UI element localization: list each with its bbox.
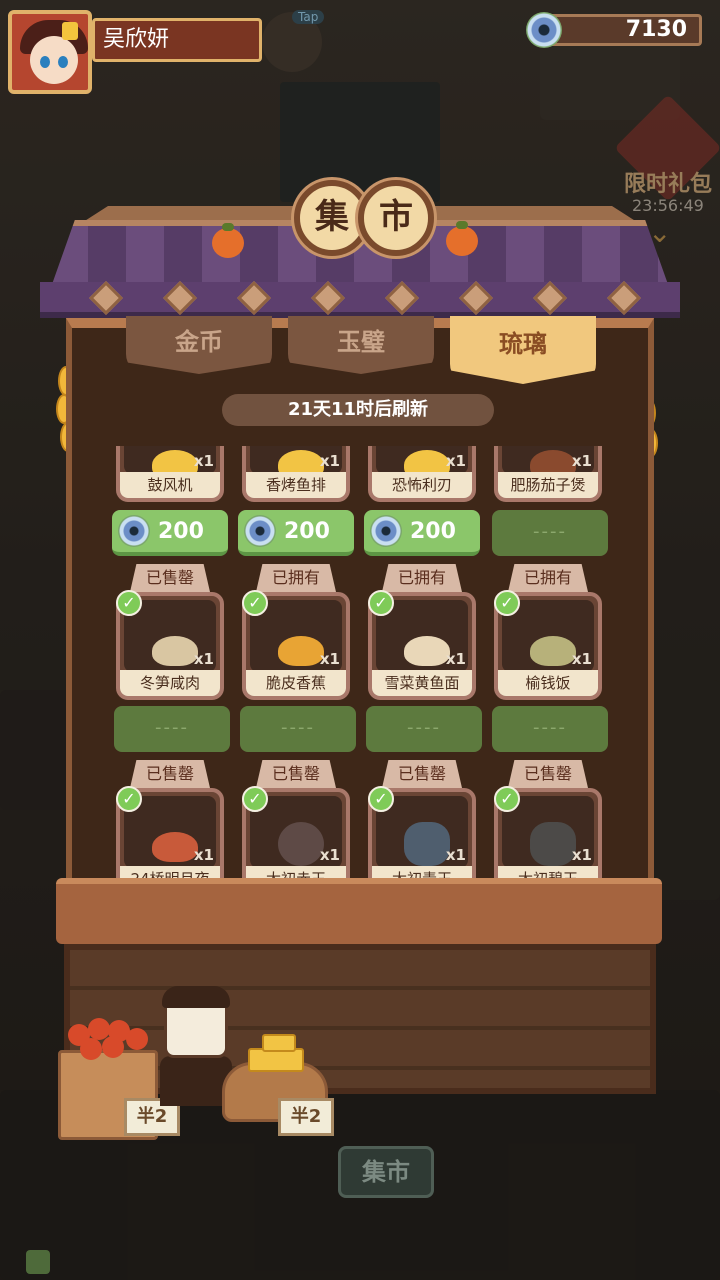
- green-jade-icon: [530, 822, 576, 866]
- player-profile[interactable]: 吴欣妍: [8, 10, 262, 94]
- stall-counter: [56, 878, 662, 944]
- status-tag: 已售罄: [256, 760, 336, 788]
- owned-check-icon: ✓: [116, 590, 142, 616]
- item-qty: x1: [445, 650, 466, 668]
- status-tag: 已售罄: [130, 564, 210, 592]
- shop-item[interactable]: ✓ x1 榆钱饭: [494, 590, 602, 700]
- shop-item[interactable]: ✓ x1 脆皮香蕉: [242, 590, 350, 700]
- item-qty: x1: [571, 452, 592, 470]
- persimmon-icon: [446, 221, 478, 256]
- corner-indicator: [26, 1250, 50, 1274]
- shop-item[interactable]: ✓ x1 冬笋咸肉: [116, 590, 224, 700]
- status-tag: 已售罄: [130, 760, 210, 788]
- sold-out-button: ----: [240, 706, 356, 752]
- jade-disc-icon: [244, 515, 276, 547]
- tab-glass[interactable]: 琉璃: [450, 316, 596, 384]
- chevron-down-icon[interactable]: ⌄: [648, 216, 688, 249]
- owned-check-icon: ✓: [242, 590, 268, 616]
- gift-timer: 23:56:49: [632, 196, 704, 215]
- market-nav-button[interactable]: 集市: [338, 1146, 434, 1198]
- price-value: 200: [284, 519, 330, 544]
- tab-gold-coin[interactable]: 金币: [126, 316, 272, 374]
- status-tag: 已售罄: [508, 760, 588, 788]
- item-qty: x1: [571, 846, 592, 864]
- jade-disc-icon: [526, 12, 562, 48]
- sold-out-button: ----: [114, 706, 230, 752]
- owned-check-icon: ✓: [368, 590, 394, 616]
- item-qty: x1: [193, 452, 214, 470]
- item-food-icon: [152, 832, 198, 862]
- stall-title-char: 市: [358, 180, 434, 256]
- shop-item[interactable]: x1 恐怖利刃: [368, 446, 476, 502]
- price-value: 200: [410, 519, 456, 544]
- owned-check-icon: ✓: [494, 590, 520, 616]
- item-qty: x1: [445, 846, 466, 864]
- item-name: 鼓风机: [120, 472, 220, 498]
- tap-hint-label: Tap: [292, 10, 325, 24]
- item-qty: x1: [319, 846, 340, 864]
- buy-button[interactable]: 200: [364, 510, 480, 556]
- persimmon-icon: [212, 223, 244, 258]
- blue-jade-icon: [404, 822, 450, 866]
- item-food-icon: [530, 636, 576, 666]
- item-food-icon: [152, 636, 198, 666]
- jade-disc-icon: [370, 515, 402, 547]
- avatar[interactable]: [8, 10, 92, 94]
- roof-edge: [40, 282, 680, 318]
- price-value: 200: [158, 519, 204, 544]
- item-name: 脆皮香蕉: [246, 670, 346, 696]
- owned-check-icon: ✓: [494, 786, 520, 812]
- owned-check-icon: ✓: [116, 786, 142, 812]
- item-name: 肥肠茄子煲: [498, 472, 598, 498]
- sold-out-button: ----: [492, 706, 608, 752]
- currency-tabs: 金币 玉璧 琉璃: [126, 316, 596, 384]
- shop-item[interactable]: x1 香烤鱼排: [242, 446, 350, 502]
- item-name: 雪菜黄鱼面: [372, 670, 472, 696]
- item-food-icon: [278, 636, 324, 666]
- refresh-timer: 21天11时后刷新: [222, 394, 494, 426]
- item-qty: x1: [193, 846, 214, 864]
- jade-disc-icon: [118, 515, 150, 547]
- item-qty: x1: [193, 650, 214, 668]
- item-name: 榆钱饭: [498, 670, 598, 696]
- buy-button[interactable]: 200: [112, 510, 228, 556]
- currency-display: 7130: [526, 10, 702, 50]
- item-name: 冬笋咸肉: [120, 670, 220, 696]
- status-tag: 已拥有: [382, 564, 462, 592]
- shop-item[interactable]: ✓ x1 太初青玉: [368, 786, 476, 882]
- shop-item[interactable]: ✓ x1 雪菜黄鱼面: [368, 590, 476, 700]
- item-qty: x1: [319, 650, 340, 668]
- item-qty: x1: [571, 650, 592, 668]
- tab-jade-disc[interactable]: 玉璧: [288, 316, 434, 374]
- owned-check-icon: ✓: [242, 786, 268, 812]
- shop-item[interactable]: ✓ x1 太初碧玉: [494, 786, 602, 882]
- shop-item[interactable]: ✓ x1 24桥明月夜: [116, 786, 224, 882]
- item-name: 恐怖利刃: [372, 472, 472, 498]
- owned-check-icon: ✓: [368, 786, 394, 812]
- shop-item[interactable]: x1 肥肠茄子煲: [494, 446, 602, 502]
- price-sign: 半2: [278, 1098, 334, 1136]
- red-jade-icon: [278, 822, 324, 866]
- item-name: 香烤鱼排: [246, 472, 346, 498]
- sold-out-button: ----: [366, 706, 482, 752]
- status-tag: 已拥有: [508, 564, 588, 592]
- buy-button[interactable]: 200: [238, 510, 354, 556]
- item-grid[interactable]: x1 鼓风机 x1 香烤鱼排 x1 恐怖利刃 x1 肥肠茄子煲 200 200 …: [100, 446, 620, 882]
- status-tag: 已售罄: [382, 760, 462, 788]
- status-tag: 已拥有: [256, 564, 336, 592]
- sold-out-button: ----: [492, 510, 608, 556]
- item-qty: x1: [445, 452, 466, 470]
- item-food-icon: [404, 636, 450, 666]
- item-qty: x1: [319, 452, 340, 470]
- shop-item[interactable]: ✓ x1 太初赤玉: [242, 786, 350, 882]
- gift-title: 限时礼包: [624, 172, 713, 197]
- currency-amount: 7130: [546, 14, 702, 46]
- player-name: 吴欣妍: [92, 18, 262, 62]
- tap-hint-icon[interactable]: Tap: [262, 10, 325, 72]
- shop-item[interactable]: x1 鼓风机: [116, 446, 224, 502]
